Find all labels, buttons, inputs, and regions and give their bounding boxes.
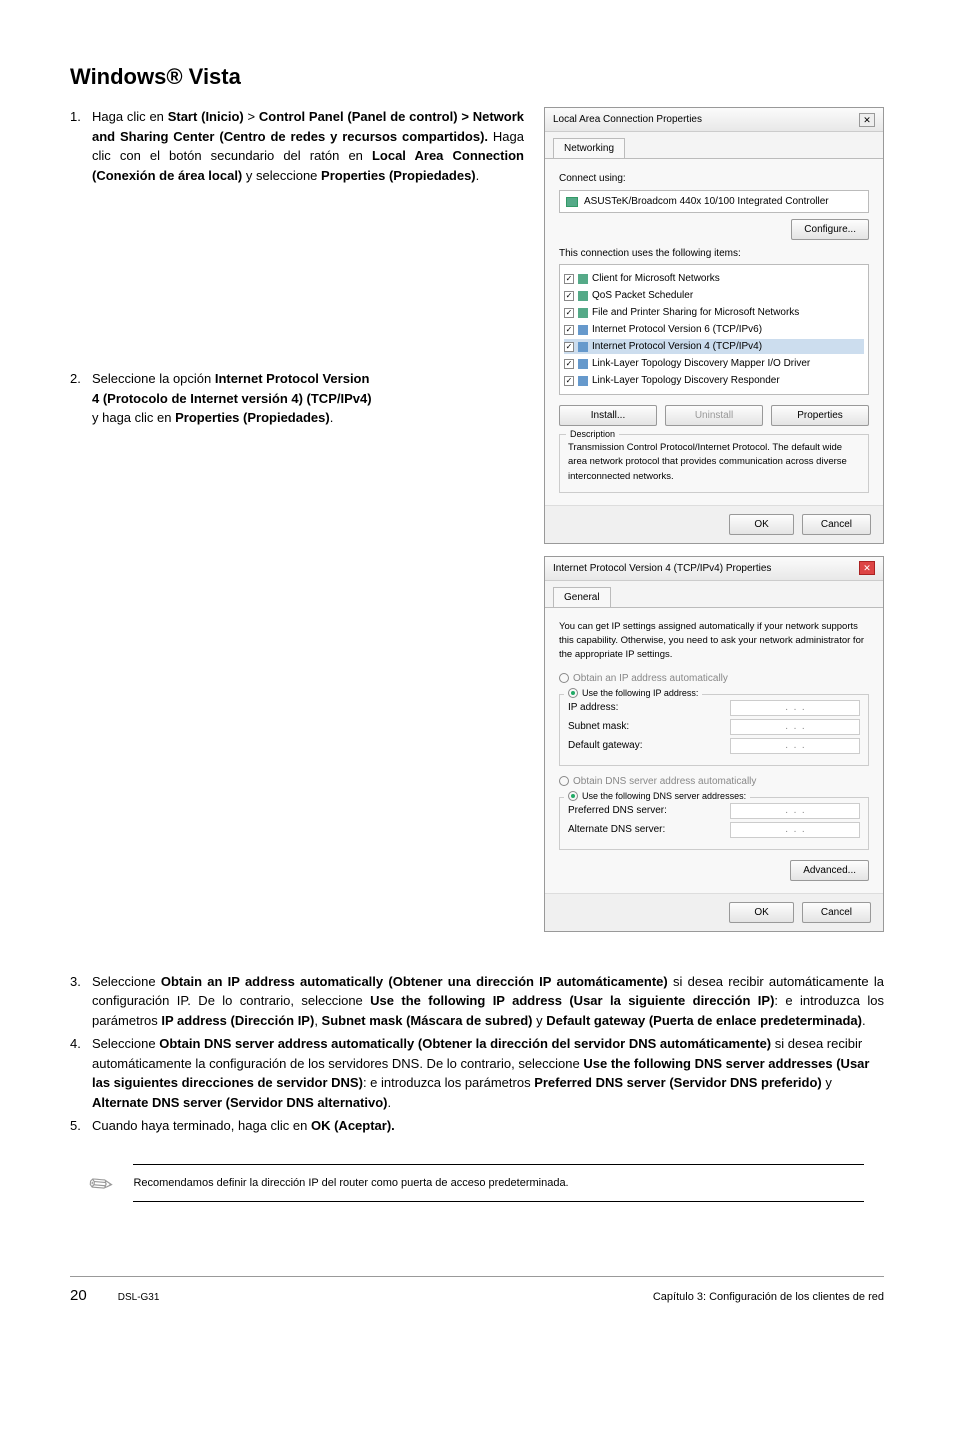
- radio-manual-dns-label: Use the following DNS server addresses:: [582, 790, 746, 804]
- component-icon: [578, 325, 588, 335]
- network-item[interactable]: ✓ Link-Layer Topology Discovery Mapper I/…: [564, 356, 864, 371]
- tab-networking[interactable]: Networking: [553, 138, 625, 158]
- step-num: 4.: [70, 1034, 92, 1112]
- ip-address-label: IP address:: [568, 700, 618, 715]
- properties-button[interactable]: Properties: [771, 405, 869, 426]
- close-icon[interactable]: ✕: [859, 561, 875, 575]
- page-footer: 20 DSL-G31 Capítulo 3: Configuración de …: [70, 1276, 884, 1308]
- ipv4-properties-dialog: Internet Protocol Version 4 (TCP/IPv4) P…: [544, 556, 884, 932]
- radio-auto-ip[interactable]: [559, 673, 569, 683]
- cancel-button[interactable]: Cancel: [802, 514, 871, 535]
- network-item-label: Client for Microsoft Networks: [592, 271, 720, 286]
- checkbox-icon[interactable]: ✓: [564, 325, 574, 335]
- network-item-label: File and Printer Sharing for Microsoft N…: [592, 305, 799, 320]
- step-4: 4. Seleccione Obtain DNS server address …: [70, 1034, 884, 1112]
- dialog-title: Local Area Connection Properties: [553, 112, 702, 127]
- step-5: 5. Cuando haya terminado, haga clic en O…: [70, 1116, 884, 1136]
- checkbox-icon[interactable]: ✓: [564, 359, 574, 369]
- items-label: This connection uses the following items…: [559, 246, 869, 261]
- network-item-label: Internet Protocol Version 6 (TCP/IPv6): [592, 322, 762, 337]
- tab-general[interactable]: General: [553, 587, 611, 607]
- chapter-label: Capítulo 3: Configuración de los cliente…: [653, 1289, 884, 1306]
- step-num: 1.: [70, 107, 92, 185]
- install-button[interactable]: Install...: [559, 405, 657, 426]
- radio-manual-ip[interactable]: [568, 688, 578, 698]
- gateway-field[interactable]: . . .: [730, 738, 860, 754]
- step-text: Seleccione Obtain an IP address automati…: [92, 972, 884, 1031]
- network-item[interactable]: ✓ File and Printer Sharing for Microsoft …: [564, 305, 864, 320]
- configure-button[interactable]: Configure...: [791, 219, 869, 240]
- radio-auto-ip-label: Obtain an IP address automatically: [573, 671, 728, 686]
- subnet-field[interactable]: . . .: [730, 719, 860, 735]
- checkbox-icon[interactable]: ✓: [564, 308, 574, 318]
- component-icon: [578, 359, 588, 369]
- alt-dns-label: Alternate DNS server:: [568, 822, 665, 837]
- step-text: Seleccione Obtain DNS server address aut…: [92, 1034, 884, 1112]
- network-item-label: Link-Layer Topology Discovery Responder: [592, 373, 780, 388]
- component-icon: [578, 308, 588, 318]
- adapter-name: ASUSTeK/Broadcom 440x 10/100 Integrated …: [584, 194, 829, 209]
- items-listbox[interactable]: ✓ Client for Microsoft Networks ✓ QoS Packe…: [559, 264, 869, 395]
- adapter-icon: [566, 197, 578, 207]
- step-text: Cuando haya terminado, haga clic en OK (…: [92, 1116, 884, 1136]
- step-num: 5.: [70, 1116, 92, 1136]
- step-3: 3. Seleccione Obtain an IP address autom…: [70, 972, 884, 1031]
- note-box: ✎ Recomendamos definir la dirección IP d…: [70, 1164, 884, 1206]
- note-text: Recomendamos definir la dirección IP del…: [133, 1164, 864, 1203]
- checkbox-icon[interactable]: ✓: [564, 291, 574, 301]
- radio-manual-ip-label: Use the following IP address:: [582, 687, 698, 701]
- checkbox-icon[interactable]: ✓: [564, 274, 574, 284]
- close-icon[interactable]: ✕: [859, 113, 875, 127]
- ok-button[interactable]: OK: [729, 902, 793, 923]
- pencil-icon: ✎: [79, 1161, 124, 1208]
- checkbox-icon[interactable]: ✓: [564, 376, 574, 386]
- component-icon: [578, 342, 588, 352]
- uninstall-button[interactable]: Uninstall: [665, 405, 763, 426]
- lac-properties-dialog: Local Area Connection Properties ✕ Netwo…: [544, 107, 884, 544]
- radio-auto-dns-label: Obtain DNS server address automatically: [573, 774, 756, 789]
- network-item-label: QoS Packet Scheduler: [592, 288, 693, 303]
- component-icon: [578, 376, 588, 386]
- step-2: 2. Seleccione la opción Internet Protoco…: [70, 369, 524, 428]
- description-text: Transmission Control Protocol/Internet P…: [568, 441, 860, 484]
- radio-auto-dns[interactable]: [559, 776, 569, 786]
- ok-button[interactable]: OK: [729, 514, 793, 535]
- network-item[interactable]: ✓ Link-Layer Topology Discovery Responder: [564, 373, 864, 388]
- page-heading: Windows® Vista: [70, 60, 884, 93]
- dialog-title: Internet Protocol Version 4 (TCP/IPv4) P…: [553, 561, 771, 576]
- step-num: 3.: [70, 972, 92, 1031]
- network-item-label: Link-Layer Topology Discovery Mapper I/O…: [592, 356, 810, 371]
- page-number: 20: [70, 1287, 87, 1304]
- network-item[interactable]: ✓ QoS Packet Scheduler: [564, 288, 864, 303]
- alt-dns-field[interactable]: . . .: [730, 822, 860, 838]
- network-item[interactable]: ✓ Client for Microsoft Networks: [564, 271, 864, 286]
- checkbox-icon[interactable]: ✓: [564, 342, 574, 352]
- advanced-button[interactable]: Advanced...: [790, 860, 869, 881]
- model-label: DSL-G31: [118, 1292, 160, 1303]
- connect-using-label: Connect using:: [559, 171, 869, 186]
- component-icon: [578, 291, 588, 301]
- description-title: Description: [566, 428, 619, 442]
- cancel-button[interactable]: Cancel: [802, 902, 871, 923]
- network-item[interactable]: ✓ Internet Protocol Version 4 (TCP/IPv4): [564, 339, 864, 354]
- ip-address-field[interactable]: . . .: [730, 700, 860, 716]
- network-item[interactable]: ✓ Internet Protocol Version 6 (TCP/IPv6): [564, 322, 864, 337]
- component-icon: [578, 274, 588, 284]
- intro-text: You can get IP settings assigned automat…: [559, 620, 869, 663]
- pref-dns-field[interactable]: . . .: [730, 803, 860, 819]
- step-num: 2.: [70, 369, 92, 428]
- gateway-label: Default gateway:: [568, 738, 643, 753]
- step-text: Seleccione la opción Internet Protocol V…: [92, 369, 372, 428]
- step-1: 1. Haga clic en Start (Inicio) > Control…: [70, 107, 524, 185]
- pref-dns-label: Preferred DNS server:: [568, 803, 667, 818]
- step-text: Haga clic en Start (Inicio) > Control Pa…: [92, 107, 524, 185]
- network-item-label: Internet Protocol Version 4 (TCP/IPv4): [592, 339, 762, 354]
- radio-manual-dns[interactable]: [568, 791, 578, 801]
- subnet-label: Subnet mask:: [568, 719, 629, 734]
